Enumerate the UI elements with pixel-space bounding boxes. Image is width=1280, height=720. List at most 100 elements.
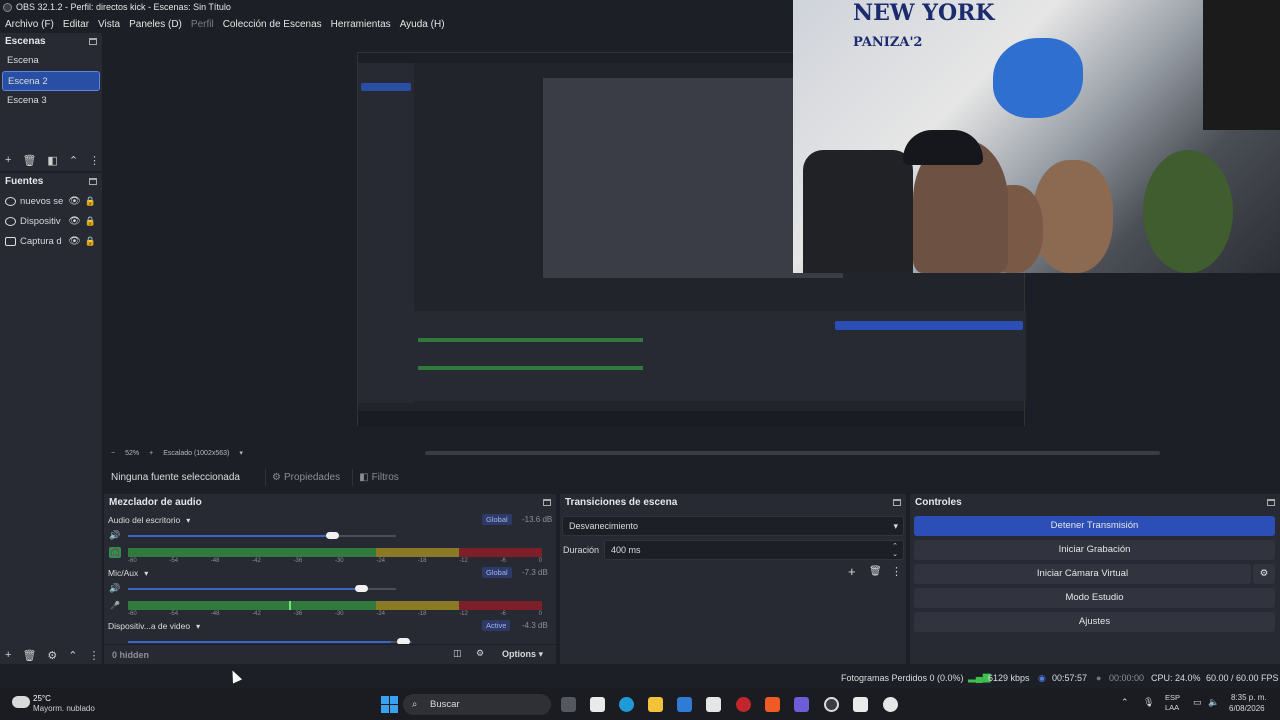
app-icon[interactable] bbox=[590, 697, 605, 712]
start-virtual-camera-button[interactable]: Iniciar Cámara Virtual bbox=[914, 564, 1251, 584]
clock-time[interactable]: 8:35 p. m. bbox=[1231, 693, 1267, 702]
menu-herramientas[interactable]: Herramientas bbox=[331, 19, 391, 30]
options-button[interactable]: Options ▾ bbox=[502, 649, 543, 660]
audio-mixer-dock: Mezclador de audio Audio del escritorio ▾… bbox=[104, 494, 556, 664]
undock-icon[interactable] bbox=[89, 38, 97, 45]
meter-tick-label: -54 bbox=[169, 558, 179, 564]
undock-icon[interactable] bbox=[1267, 499, 1275, 506]
speaker-icon[interactable]: 🔊 bbox=[109, 583, 120, 594]
add-scene-icon[interactable]: + bbox=[5, 154, 11, 166]
scene-item-escena-2[interactable]: Escena 2 bbox=[2, 71, 100, 91]
visibility-eye-icon[interactable]: 👁 bbox=[68, 196, 81, 207]
menu-archivo[interactable]: Archivo (F) bbox=[5, 19, 54, 30]
visibility-eye-icon[interactable]: 👁 bbox=[68, 236, 81, 247]
source-item[interactable]: Dispositiv 👁 🔒 bbox=[0, 211, 102, 231]
chevron-down-icon[interactable]: ▾ bbox=[196, 622, 200, 631]
remove-source-icon[interactable]: 🗑 bbox=[22, 649, 36, 662]
settings-button[interactable]: Ajustes bbox=[914, 612, 1275, 632]
menu-ayuda[interactable]: Ayuda (H) bbox=[400, 19, 445, 30]
menu-coleccion-escenas[interactable]: Colección de Escenas bbox=[223, 19, 322, 30]
volume-icon[interactable]: 🔈 bbox=[1208, 697, 1219, 708]
audio-level-meter bbox=[128, 548, 542, 557]
undock-icon[interactable] bbox=[543, 499, 551, 506]
more-options-icon[interactable]: ⋮ bbox=[89, 649, 100, 662]
filter-icon: ◧ bbox=[359, 471, 369, 483]
chevron-up-icon[interactable]: ⌃ bbox=[1121, 697, 1129, 708]
duration-spinbox[interactable]: 400 ms ⌃ ⌄ bbox=[604, 540, 904, 560]
horizontal-scrollbar[interactable] bbox=[425, 451, 1160, 455]
channel-name[interactable]: Audio del escritorio ▾ bbox=[108, 515, 190, 525]
input-language[interactable]: ESP bbox=[1165, 693, 1180, 702]
taskbar-search-input[interactable]: ⌕ Buscar bbox=[403, 694, 551, 715]
undock-icon[interactable] bbox=[893, 499, 901, 506]
properties-button[interactable]: ⚙ Propiedades bbox=[265, 468, 346, 486]
remove-transition-icon[interactable]: 🗑 bbox=[869, 566, 882, 577]
stop-streaming-button[interactable]: Detener Transmisión bbox=[914, 516, 1275, 536]
chevron-down-icon[interactable]: ▾ bbox=[186, 516, 190, 525]
webcam-feed: NEW YORK PANIZA'2 bbox=[793, 0, 1280, 273]
edge-icon[interactable] bbox=[619, 697, 634, 712]
scene-filters-icon[interactable]: ◧ bbox=[47, 154, 57, 167]
store-icon[interactable] bbox=[706, 697, 721, 712]
add-source-icon[interactable]: + bbox=[5, 649, 11, 661]
source-type-icon bbox=[5, 196, 16, 206]
transition-type-select[interactable]: Desvanecimiento ▾ bbox=[562, 516, 904, 536]
capcut-icon[interactable] bbox=[853, 697, 868, 712]
obs-taskbar-icon[interactable] bbox=[824, 697, 839, 712]
teams-icon[interactable] bbox=[794, 697, 809, 712]
chevron-down-icon[interactable]: ▾ bbox=[239, 449, 243, 457]
channel-name[interactable]: Mic/Aux ▾ bbox=[108, 568, 148, 578]
volume-slider-handle[interactable] bbox=[326, 532, 339, 539]
source-item[interactable]: nuevos se 👁 🔒 bbox=[0, 191, 102, 211]
source-settings-icon[interactable]: ⚙ bbox=[47, 649, 57, 662]
advanced-audio-icon[interactable]: ⚙ bbox=[476, 648, 484, 659]
mic-icon[interactable]: 🎤 bbox=[109, 600, 121, 611]
menu-paneles[interactable]: Paneles (D) bbox=[129, 19, 182, 30]
menu-vista[interactable]: Vista bbox=[98, 19, 120, 30]
menu-perfil[interactable]: Perfil bbox=[191, 19, 214, 30]
filters-button[interactable]: ◧ Filtros bbox=[352, 468, 405, 486]
lock-icon[interactable]: 🔒 bbox=[85, 236, 96, 247]
input-language-layout[interactable]: LAA bbox=[1165, 703, 1179, 712]
channel-name[interactable]: Dispositiv...a de video ▾ bbox=[108, 621, 200, 631]
scaling-select[interactable]: Escalado (1002x563) bbox=[163, 450, 229, 457]
stream-time: 00:57:57 bbox=[1052, 673, 1088, 683]
speaker-icon[interactable]: 🔊 bbox=[109, 530, 120, 541]
clock-date[interactable]: 6/08/2026 bbox=[1229, 704, 1265, 713]
windows-taskbar: 25°C Mayorm. nublado ⌃ 🎙 ESP LAA ▭ 🔈 8:3… bbox=[0, 688, 1280, 720]
microphone-icon[interactable]: 🎙 bbox=[1143, 697, 1154, 708]
zoom-out-icon[interactable]: − bbox=[111, 450, 115, 457]
lock-icon[interactable]: 🔒 bbox=[85, 216, 96, 227]
remove-scene-icon[interactable]: 🗑 bbox=[22, 154, 36, 167]
more-options-icon[interactable]: ⋮ bbox=[89, 154, 100, 167]
brave-icon[interactable] bbox=[765, 697, 780, 712]
layout-toggle-icon[interactable]: ◫ bbox=[453, 648, 462, 659]
outlook-icon[interactable] bbox=[677, 697, 692, 712]
lock-icon[interactable]: 🔒 bbox=[85, 196, 96, 207]
studio-mode-button[interactable]: Modo Estudio bbox=[914, 588, 1275, 608]
zoom-in-icon[interactable]: + bbox=[149, 450, 153, 457]
opera-icon[interactable] bbox=[736, 697, 751, 712]
more-options-icon[interactable]: ⋮ bbox=[891, 565, 902, 578]
virtual-camera-settings-icon[interactable]: ⚙ bbox=[1253, 564, 1275, 584]
scene-item-escena-3[interactable]: Escena 3 bbox=[0, 91, 102, 111]
cpu-usage: CPU: 24.0% bbox=[1151, 673, 1201, 683]
task-view-icon[interactable] bbox=[561, 697, 576, 712]
network-icon[interactable]: ▭ bbox=[1193, 697, 1202, 708]
menu-editar[interactable]: Editar bbox=[63, 19, 89, 30]
move-up-icon[interactable]: ⌃ bbox=[68, 649, 77, 662]
move-up-icon[interactable]: ⌃ bbox=[69, 154, 78, 167]
start-recording-button[interactable]: Iniciar Grabación bbox=[914, 540, 1275, 560]
chevron-down-icon[interactable]: ▾ bbox=[144, 569, 148, 578]
file-explorer-icon[interactable] bbox=[648, 697, 663, 712]
undock-icon[interactable] bbox=[89, 178, 97, 185]
media-player-icon[interactable] bbox=[883, 697, 898, 712]
scene-item-escena[interactable]: Escena bbox=[0, 51, 102, 71]
add-transition-icon[interactable]: + bbox=[848, 564, 856, 579]
headphones-icon[interactable]: 🎧 bbox=[109, 547, 121, 558]
source-item[interactable]: Captura d 👁 🔒 bbox=[0, 231, 102, 251]
visibility-eye-icon[interactable]: 👁 bbox=[68, 216, 81, 227]
volume-slider-handle[interactable] bbox=[355, 585, 368, 592]
window-title: OBS 32.1.2 - Perfil: directos kick - Esc… bbox=[16, 2, 231, 12]
windows-start-icon[interactable] bbox=[381, 696, 398, 713]
